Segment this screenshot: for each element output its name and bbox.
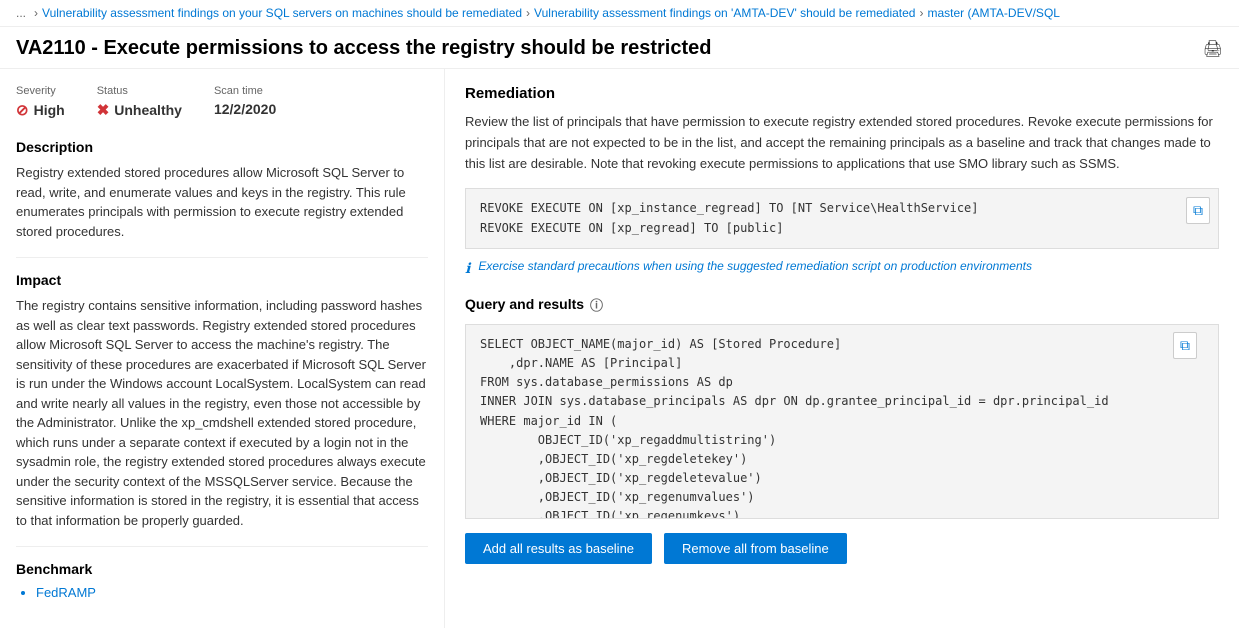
description-title: Description — [16, 139, 428, 155]
description-text: Registry extended stored procedures allo… — [16, 163, 428, 241]
query-box-wrapper: SELECT OBJECT_NAME(major_id) AS [Stored … — [465, 324, 1219, 519]
benchmark-list: FedRAMP — [16, 585, 428, 600]
meta-row: Severity ⊘ High Status ✖ Unhealthy Scan … — [16, 85, 428, 119]
breadcrumb: ... › Vulnerability assessment findings … — [0, 0, 1239, 27]
page-title: VA2110 - Execute permissions to access t… — [16, 37, 1191, 60]
status-block: Status ✖ Unhealthy — [97, 85, 182, 119]
breadcrumb-ellipsis: ... — [16, 6, 26, 20]
left-panel: Severity ⊘ High Status ✖ Unhealthy Scan … — [0, 69, 445, 628]
breadcrumb-link-3[interactable]: master (AMTA-DEV/SQL — [927, 6, 1059, 20]
severity-icon: ⊘ — [16, 101, 29, 119]
impact-text: The registry contains sensitive informat… — [16, 296, 428, 530]
severity-label: Severity — [16, 85, 65, 97]
query-box[interactable]: SELECT OBJECT_NAME(major_id) AS [Stored … — [465, 324, 1219, 519]
remediation-code: REVOKE EXECUTE ON [xp_instance_regread] … — [480, 199, 1204, 237]
benchmark-title: Benchmark — [16, 561, 428, 577]
info-icon: ℹ — [465, 260, 470, 277]
status-label: Status — [97, 85, 182, 97]
status-value: ✖ Unhealthy — [97, 101, 182, 119]
impact-title: Impact — [16, 272, 428, 288]
copy-remediation-button[interactable]: ⧉ — [1186, 197, 1210, 224]
page-header: VA2110 - Execute permissions to access t… — [0, 27, 1239, 69]
scan-time-block: Scan time 12/2/2020 — [214, 85, 276, 119]
action-buttons: Add all results as baseline Remove all f… — [465, 533, 1219, 564]
query-section-title: Query and results ⓘ — [465, 295, 1219, 314]
severity-block: Severity ⊘ High — [16, 85, 65, 119]
remediation-code-box: REVOKE EXECUTE ON [xp_instance_regread] … — [465, 188, 1219, 248]
remove-baseline-button[interactable]: Remove all from baseline — [664, 533, 847, 564]
copy-query-button[interactable]: ⧉ — [1173, 332, 1197, 359]
content-wrapper: Severity ⊘ High Status ✖ Unhealthy Scan … — [0, 69, 1239, 628]
benchmark-item-fedramp[interactable]: FedRAMP — [36, 585, 428, 600]
severity-value: ⊘ High — [16, 101, 65, 119]
breadcrumb-link-2[interactable]: Vulnerability assessment findings on 'AM… — [534, 6, 915, 20]
query-info-icon: ⓘ — [590, 295, 603, 314]
divider-1 — [16, 257, 428, 258]
status-icon: ✖ — [97, 101, 110, 119]
add-baseline-button[interactable]: Add all results as baseline — [465, 533, 652, 564]
breadcrumb-link-1[interactable]: Vulnerability assessment findings on you… — [42, 6, 522, 20]
remediation-title: Remediation — [465, 85, 1219, 102]
print-icon[interactable]: 🖨 — [1203, 39, 1223, 59]
info-note: ℹ Exercise standard precautions when usi… — [465, 259, 1219, 277]
remediation-text: Review the list of principals that have … — [465, 112, 1219, 174]
right-panel: Remediation Review the list of principal… — [445, 69, 1239, 628]
divider-2 — [16, 546, 428, 547]
scan-time-value: 12/2/2020 — [214, 101, 276, 117]
scan-time-label: Scan time — [214, 85, 276, 97]
info-note-text: Exercise standard precautions when using… — [478, 259, 1032, 273]
query-code: SELECT OBJECT_NAME(major_id) AS [Stored … — [480, 335, 1204, 519]
